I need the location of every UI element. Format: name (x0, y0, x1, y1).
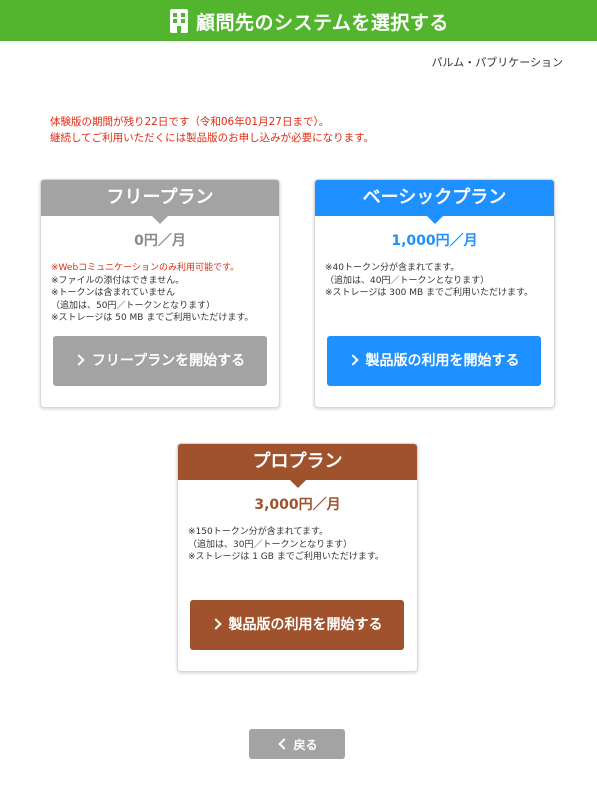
plan-note: （追加は、30円／トークンとなります） (188, 539, 353, 550)
plan-notes-pro: ※150トークン分が含まれてます。 （追加は、30円／トークンとなります） ※ス… (178, 526, 417, 564)
chevron-left-icon (278, 738, 291, 750)
plan-note: ※150トークン分が含まれてます。 (188, 527, 329, 537)
chevron-right-icon (209, 617, 222, 630)
trial-notice-line-1: 体験版の期間が残り22日です（令和06年01月27日まで）。 (50, 116, 330, 128)
plan-card-pro: プロプラン 3,000円／月 ※150トークン分が含まれてます。 （追加は、30… (177, 443, 418, 672)
plan-name-pro: プロプラン (252, 451, 343, 472)
plan-note: ※トークンは含まれていません (51, 288, 176, 298)
plan-note: （追加は、50円／トークンとなります） (51, 300, 216, 311)
start-free-plan-label: フリープランを開始する (91, 352, 246, 369)
plan-notes-basic: ※40トークン分が含まれてます。 （追加は、40円／トークンとなります） ※スト… (315, 262, 554, 300)
plan-price-free: 0円／月 (134, 233, 186, 249)
start-free-plan-button[interactable]: フリープランを開始する (53, 336, 267, 386)
start-pro-plan-label: 製品版の利用を開始する (228, 616, 383, 633)
plan-note: ※ファイルの添付はできません。 (51, 275, 185, 286)
trial-notice-line-2: 継続してご利用いただくには製品版のお申し込みが必要になります。 (50, 132, 375, 144)
building-icon (170, 9, 188, 33)
plan-note: ※ストレージは 300 MB までご利用いただけます。 (325, 288, 534, 298)
plan-notes-free: ※Webコミュニケーションのみ利用可能です。 ※ファイルの添付はできません。 ※… (41, 262, 279, 325)
plan-note: ※ストレージは 50 MB までご利用いただけます。 (51, 313, 254, 323)
back-button-label: 戻る (293, 737, 318, 752)
start-basic-plan-label: 製品版の利用を開始する (365, 352, 520, 369)
plan-name-basic: ベーシックプラン (362, 187, 507, 208)
organization-name: パルム・パブリケーション (431, 56, 563, 69)
chevron-right-icon (346, 353, 359, 366)
plan-note: ※Webコミュニケーションのみ利用可能です。 (51, 263, 240, 273)
plan-card-basic: ベーシックプラン 1,000円／月 ※40トークン分が含まれてます。 （追加は、… (314, 179, 555, 408)
header-title-group: 顧問先のシステムを選択する (170, 7, 449, 35)
plan-note: ※ストレージは 1 GB までご利用いただけます。 (188, 552, 384, 562)
plan-name-free: フリープラン (106, 187, 214, 208)
start-pro-plan-button[interactable]: 製品版の利用を開始する (190, 600, 404, 650)
plan-header-basic: ベーシックプラン (315, 180, 554, 224)
page-header: 顧問先のシステムを選択する (0, 0, 597, 41)
plan-price-basic: 1,000円／月 (391, 233, 478, 249)
back-button[interactable]: 戻る (249, 729, 345, 759)
plan-price-pro: 3,000円／月 (254, 497, 341, 513)
trial-notice: 体験版の期間が残り22日です（令和06年01月27日まで）。 継続してご利用いた… (50, 114, 374, 146)
chevron-right-icon (73, 353, 85, 366)
page-title: 顧問先のシステムを選択する (196, 11, 449, 34)
plan-note: ※40トークン分が含まれてます。 (325, 263, 460, 273)
start-basic-plan-button[interactable]: 製品版の利用を開始する (327, 336, 541, 386)
plan-note: （追加は、40円／トークンとなります） (325, 275, 490, 286)
plan-header-pro: プロプラン (178, 444, 417, 488)
plan-card-free: フリープラン 0円／月 ※Webコミュニケーションのみ利用可能です。 ※ファイル… (40, 179, 280, 408)
plan-header-free: フリープラン (41, 180, 279, 224)
